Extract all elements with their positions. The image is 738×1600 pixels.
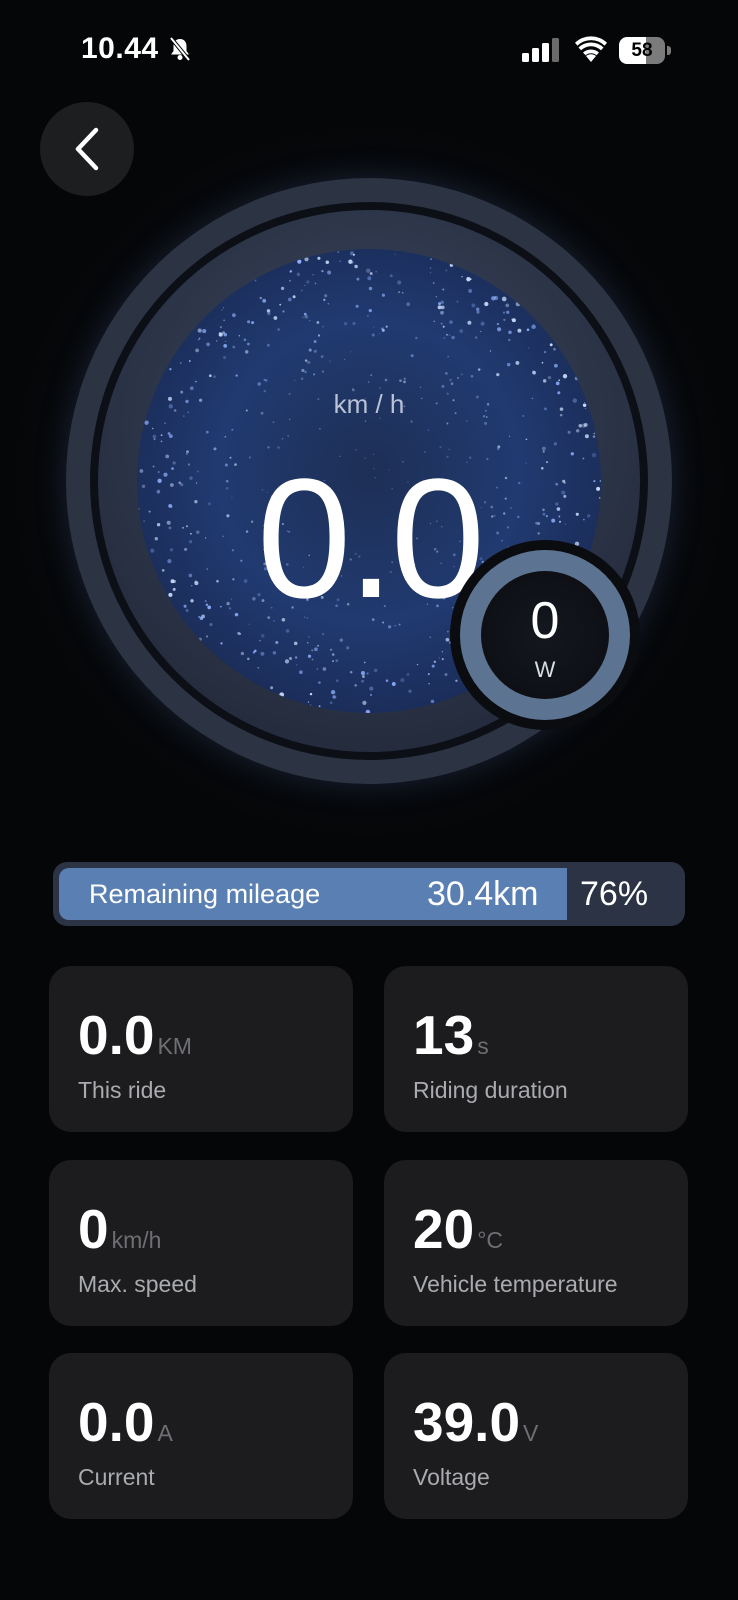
wifi-icon (575, 36, 607, 67)
remaining-mileage-label: Remaining mileage (89, 879, 321, 909)
stat-value: 0.0 (78, 1391, 155, 1453)
stat-label: Riding duration (413, 1077, 568, 1103)
remaining-mileage-percent: 76% (580, 875, 649, 913)
stat-card-max-speed: 0 km/h Max. speed (49, 1160, 353, 1326)
stat-card-this-ride: 0.0 KM This ride (49, 966, 353, 1132)
stat-card-current: 0.0 A Current (49, 1353, 353, 1519)
stat-unit: KM (157, 1033, 192, 1059)
stat-label: Max. speed (78, 1271, 197, 1297)
stat-value: 0.0 (78, 1004, 155, 1066)
speed-unit: km / h (333, 389, 405, 419)
status-time: 10.44 (81, 32, 159, 65)
power-unit: W (534, 657, 556, 682)
stat-label: Voltage (413, 1464, 490, 1490)
stat-unit: °C (477, 1227, 503, 1253)
power-gauge: 0 W (450, 540, 640, 730)
remaining-mileage-distance: 30.4km (427, 875, 539, 913)
stat-unit: V (523, 1420, 539, 1446)
stat-card-vehicle-temperature: 20 °C Vehicle temperature (384, 1160, 688, 1326)
stat-unit: km/h (111, 1227, 162, 1253)
chevron-left-icon (75, 127, 99, 171)
speedometer: km / h 0.0 0 W (6, 118, 732, 844)
stat-label: Current (78, 1464, 155, 1490)
stat-unit: s (477, 1033, 489, 1059)
stat-value: 13 (413, 1004, 475, 1066)
stat-value: 0 (78, 1198, 109, 1260)
power-value: 0 (530, 592, 560, 650)
battery-icon: 58 (619, 37, 671, 64)
stat-value: 39.0 (413, 1391, 521, 1453)
bell-slash-icon (168, 36, 192, 67)
stat-unit: A (157, 1420, 173, 1446)
battery-percentage: 58 (631, 40, 653, 61)
stat-card-voltage: 39.0 V Voltage (384, 1353, 688, 1519)
status-bar: 10.44 58 (0, 0, 738, 100)
stat-label: This ride (78, 1077, 167, 1103)
stat-label: Vehicle temperature (413, 1271, 618, 1297)
remaining-mileage-bar: Remaining mileage 30.4km 76% (53, 862, 685, 926)
stat-card-riding-duration: 13 s Riding duration (384, 966, 688, 1132)
cellular-signal-icon (522, 38, 560, 67)
stat-value: 20 (413, 1198, 475, 1260)
